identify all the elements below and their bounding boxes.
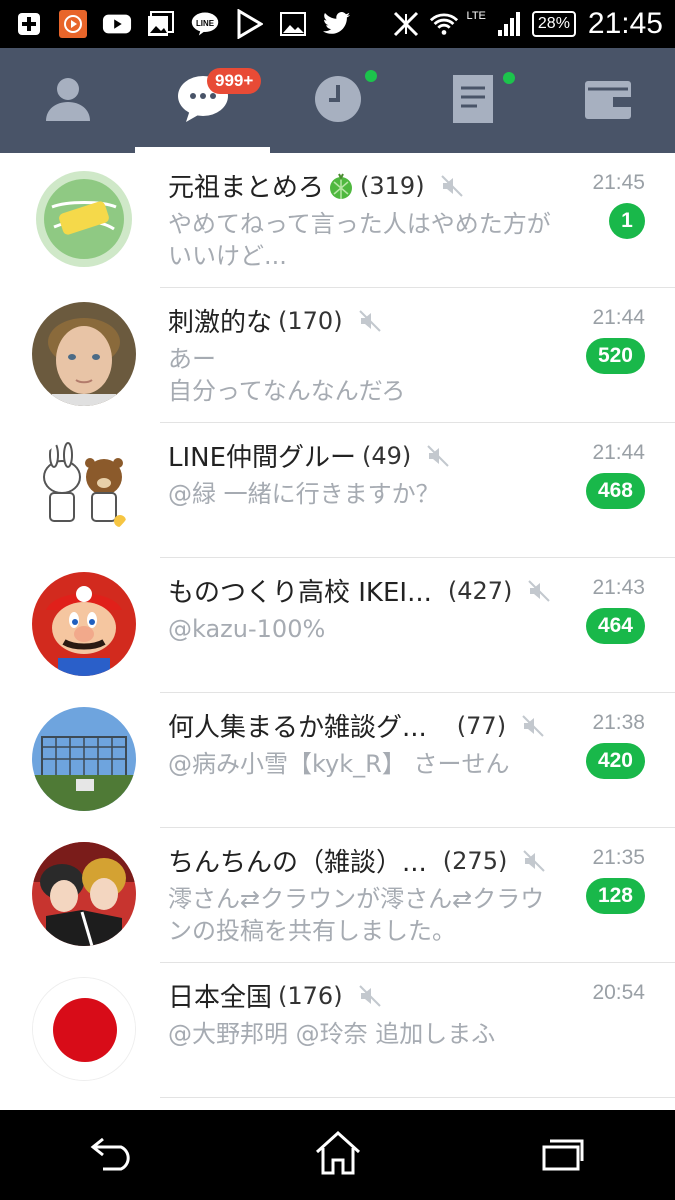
unread-badge: 128 — [585, 878, 645, 914]
chat-timestamp: 21:38 — [592, 711, 645, 734]
chat-title: 元祖まとめろ — [168, 173, 325, 203]
timeline-new-dot — [365, 70, 377, 82]
chat-row[interactable]: ものつくり高校 IKEI... (427) 21:43 @kazu-100% 4… — [0, 558, 675, 693]
wallet-icon — [584, 79, 631, 123]
home-icon — [313, 1130, 363, 1180]
member-count: (176) — [278, 981, 343, 1010]
play-store-icon — [234, 9, 264, 39]
twitter-icon — [322, 9, 352, 39]
chat-row[interactable]: 何人集まるか雑談グ... (77) 21:38 @病み小雪【kyk_R】 さーせ… — [0, 693, 675, 828]
add-icon — [14, 9, 44, 39]
wifi-icon — [429, 9, 459, 39]
document-icon — [452, 74, 493, 127]
mute-icon — [521, 848, 547, 874]
chat-title: ちんちんの（雑談）... — [168, 848, 427, 878]
member-count: (319) — [360, 171, 425, 200]
group-avatar — [32, 707, 136, 811]
home-button[interactable] — [298, 1120, 378, 1190]
chat-preview: やめてねって言った人はやめた方がいいけど... — [168, 210, 551, 270]
unread-badge: 520 — [585, 338, 645, 374]
network-type: LTE — [466, 10, 486, 22]
group-avatar — [32, 167, 136, 271]
tab-chats[interactable]: 999+ — [135, 48, 270, 153]
chat-preview: @大野邦明 @玲奈 追加しまふ — [168, 1020, 496, 1048]
unread-badge: 420 — [585, 743, 645, 779]
news-new-dot — [503, 72, 515, 84]
mute-icon — [357, 983, 383, 1009]
video-app-icon — [58, 9, 88, 39]
tab-friends[interactable] — [0, 48, 135, 153]
battery-indicator: 28% — [531, 11, 576, 37]
chat-preview: @緑 一緒に行きますか？ — [168, 480, 440, 508]
mute-icon — [526, 578, 552, 604]
chat-list[interactable]: 元祖まとめろ (319) 21:45 やめてねって言った人はやめた方がいいけど.… — [0, 153, 675, 1110]
chat-title: ものつくり高校 IKEI... — [168, 578, 432, 608]
group-avatar — [32, 437, 136, 541]
chat-timestamp: 21:35 — [592, 846, 645, 869]
member-count: (49) — [362, 441, 412, 470]
group-avatar — [32, 572, 136, 676]
chat-preview: 澪さん⇄クラウンが澪さん⇄クラウンの投稿を共有しました。 — [168, 885, 545, 945]
cell-signal-icon — [494, 9, 524, 39]
recents-icon — [540, 1135, 586, 1175]
svg-text:LINE: LINE — [196, 19, 214, 28]
group-avatar — [32, 977, 136, 1081]
chat-timestamp: 21:44 — [592, 306, 645, 329]
clock-icon — [314, 75, 362, 127]
chat-title: 何人集まるか雑談グ... — [168, 713, 427, 743]
chat-timestamp: 21:43 — [592, 576, 645, 599]
chat-title: 刺激的な — [168, 308, 273, 338]
unread-badge: 464 — [585, 608, 645, 644]
group-avatar — [32, 842, 136, 946]
chat-timestamp: 21:44 — [592, 441, 645, 464]
mute-icon — [357, 308, 383, 334]
tab-timeline[interactable] — [270, 48, 405, 153]
chat-timestamp: 20:54 — [592, 981, 645, 1004]
melon-icon — [328, 172, 354, 200]
chat-timestamp: 21:45 — [592, 171, 645, 194]
image-icon — [278, 9, 308, 39]
tab-news[interactable] — [405, 48, 540, 153]
unread-badge: 468 — [585, 473, 645, 509]
chat-title: LINE仲間グルー — [168, 443, 357, 473]
back-icon — [89, 1135, 137, 1175]
mute-icon — [425, 443, 451, 469]
unread-badge: 1 — [609, 203, 645, 239]
youtube-icon — [102, 9, 132, 39]
clock: 21:45 — [587, 7, 663, 40]
status-bar: LINE LTE 28% 21:45 — [0, 0, 675, 48]
member-count: (275) — [442, 846, 508, 875]
group-avatar — [32, 302, 136, 406]
back-button[interactable] — [73, 1120, 153, 1190]
main-tab-bar: 999+ — [0, 48, 675, 153]
chat-preview: @kazu-100% — [168, 615, 326, 643]
tab-more[interactable] — [540, 48, 675, 153]
chat-row[interactable]: 元祖まとめろ (319) 21:45 やめてねって言った人はやめた方がいいけど.… — [0, 153, 675, 288]
line-icon: LINE — [190, 9, 220, 39]
chat-row[interactable]: 日本全国 (176) 20:54 @大野邦明 @玲奈 追加しまふ — [0, 963, 675, 1098]
member-count: (170) — [278, 306, 343, 335]
gallery-icon — [146, 9, 176, 39]
person-icon — [43, 75, 93, 127]
mute-icon — [439, 173, 465, 199]
mute-icon — [520, 713, 546, 739]
chat-row[interactable]: ちんちんの（雑談）... (275) 21:35 澪さん⇄クラウンが澪さん⇄クラ… — [0, 828, 675, 963]
member-count: (77) — [456, 711, 507, 740]
chat-preview: あー 自分ってなんなんだろ — [168, 345, 406, 405]
system-nav-bar — [0, 1110, 675, 1200]
unread-total-badge: 999+ — [207, 68, 262, 94]
signal-off-icon — [391, 9, 421, 39]
chat-row[interactable]: LINE仲間グルー (49) 21:44 @緑 一緒に行きますか？ 468 — [0, 423, 675, 558]
chat-preview: @病み小雪【kyk_R】 さーせん — [168, 750, 510, 778]
recents-button[interactable] — [523, 1120, 603, 1190]
chat-title: 日本全国 — [168, 983, 273, 1013]
chat-row[interactable]: 刺激的な (170) 21:44 あー 自分ってなんなんだろ 520 — [0, 288, 675, 423]
member-count: (427) — [447, 576, 513, 605]
